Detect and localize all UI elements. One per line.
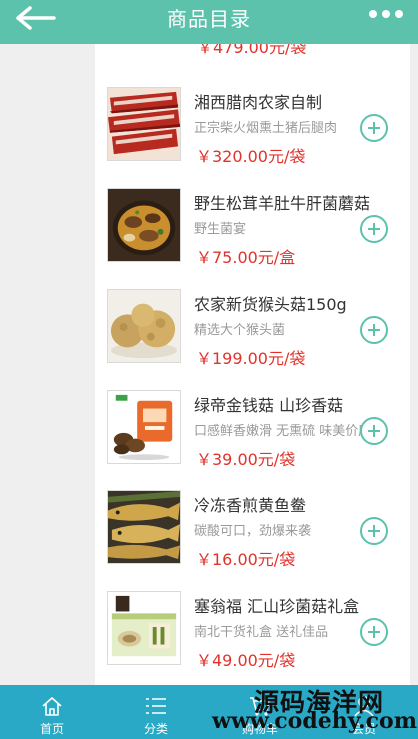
tab-home[interactable]: 首页 xyxy=(0,685,104,739)
list-icon xyxy=(146,698,166,714)
category-sidebar xyxy=(0,44,95,685)
more-dots-icon xyxy=(369,10,403,18)
product-price: ￥49.00元/袋 xyxy=(196,651,296,670)
product-title[interactable]: 湘西腊肉农家自制 xyxy=(194,89,394,113)
more-button[interactable] xyxy=(368,8,404,26)
product-subtitle: 南北干货礼盒 送礼佳品 xyxy=(194,625,329,640)
shiitake-package-image[interactable] xyxy=(107,390,181,464)
product-subtitle: 口感鲜香嫩滑 无熏硫 味美价廉 xyxy=(194,424,364,439)
mushroom-hotpot-image[interactable] xyxy=(107,188,181,262)
tab-member[interactable]: 会员 xyxy=(312,685,416,739)
cured-pork-image[interactable] xyxy=(107,87,181,161)
product-price: ￥75.00元/盒 xyxy=(196,248,296,267)
product-subtitle: 野生菌宴 xyxy=(194,222,247,237)
add-to-cart-button[interactable] xyxy=(360,215,388,243)
product-item[interactable]: 绿帝金钱菇 山珍香菇 口感鲜香嫩滑 无熏硫 味美价廉 ￥39.00元/袋 xyxy=(95,390,410,491)
product-title[interactable]: 野生松茸羊肚牛肝菌蘑菇 xyxy=(194,190,394,214)
add-to-cart-button[interactable] xyxy=(360,316,388,344)
header-bar: 商品目录 xyxy=(0,0,418,44)
tab-label: 首页 xyxy=(39,722,64,736)
product-title[interactable]: 塞翁福 汇山珍菌菇礼盒 xyxy=(194,593,394,617)
product-item[interactable]: 野生松茸羊肚牛肝菌蘑菇 野生菌宴 ￥75.00元/盒 xyxy=(95,188,410,289)
product-subtitle: 精选大个猴头菌 xyxy=(194,323,286,338)
product-price: ￥39.00元/袋 xyxy=(196,450,296,469)
tab-cart[interactable]: 购物车 xyxy=(208,685,312,739)
tab-category[interactable]: 分类 xyxy=(104,685,208,739)
product-title[interactable]: 冷冻香煎黄鱼鲞 xyxy=(194,492,394,516)
product-title[interactable]: 绿帝金钱菇 山珍香菇 xyxy=(194,392,394,416)
product-title[interactable]: 农家新货猴头菇150g xyxy=(194,291,394,315)
tab-label: 分类 xyxy=(143,722,168,736)
product-subtitle: 碳酸可口，劲爆来袭 xyxy=(194,524,312,539)
monkey-head-mushroom-image[interactable] xyxy=(107,289,181,363)
add-to-cart-button[interactable] xyxy=(360,517,388,545)
product-item[interactable]: 农家新货猴头菇150g 精选大个猴头菌 ￥199.00元/袋 xyxy=(95,289,410,390)
product-subtitle: 正宗柴火烟熏土猪后腿肉 xyxy=(194,121,338,136)
cart-icon xyxy=(250,697,270,716)
product-price: ￥320.00元/袋 xyxy=(196,147,306,166)
product-item[interactable]: 冷冻香煎黄鱼鲞 碳酸可口，劲爆来袭 ￥16.00元/袋 xyxy=(95,490,410,591)
product-price: ￥16.00元/袋 xyxy=(196,550,296,569)
user-icon xyxy=(354,696,374,717)
add-to-cart-button[interactable] xyxy=(360,114,388,142)
yellow-croaker-image[interactable] xyxy=(107,490,181,564)
product-item[interactable]: 湘西腊肉农家自制 正宗柴火烟熏土猪后腿肉 ￥320.00元/袋 xyxy=(95,87,410,188)
tab-label: 购物车 xyxy=(241,722,278,736)
page-title: 商品目录 xyxy=(167,7,251,31)
product-price: ￥199.00元/袋 xyxy=(196,349,306,368)
partial-item-price: ￥479.00元/袋 xyxy=(197,44,307,57)
home-icon xyxy=(42,697,62,716)
tab-label: 会员 xyxy=(351,722,376,736)
mushroom-gift-box-image[interactable] xyxy=(107,591,181,665)
add-to-cart-button[interactable] xyxy=(360,618,388,646)
product-list[interactable]: ￥479.00元/袋 湘西腊肉农家自制 正宗柴火烟熏土猪后腿肉 ￥320.00元… xyxy=(95,44,410,685)
bottom-tab-bar: 首页 分类 购物车 会员 xyxy=(0,685,418,739)
add-to-cart-button[interactable] xyxy=(360,417,388,445)
product-item[interactable]: 塞翁福 汇山珍菌菇礼盒 南北干货礼盒 送礼佳品 ￥49.00元/袋 xyxy=(95,591,410,685)
